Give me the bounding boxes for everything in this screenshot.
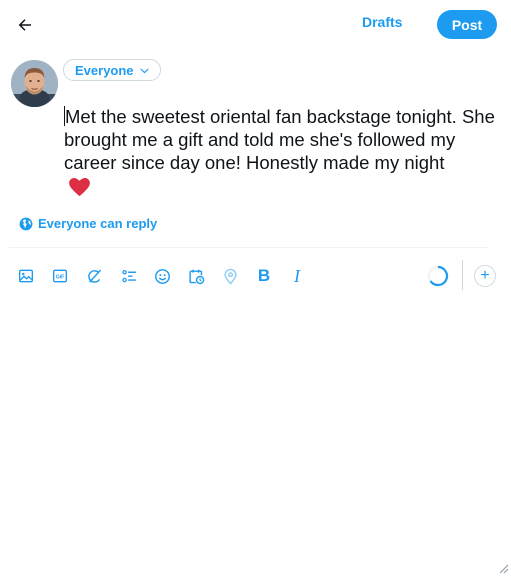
bold-button[interactable]: B: [253, 265, 275, 287]
reply-setting-button[interactable]: Everyone can reply: [19, 216, 157, 231]
post-button[interactable]: Post: [437, 10, 497, 39]
resize-handle-icon[interactable]: [499, 564, 509, 574]
bold-icon: B: [257, 266, 271, 285]
italic-icon: I: [294, 265, 300, 286]
location-icon: [223, 268, 237, 285]
character-count-progress: [427, 265, 449, 287]
schedule-button[interactable]: [185, 265, 207, 287]
emoji-icon: [154, 268, 170, 284]
grok-button[interactable]: [83, 265, 105, 287]
reply-setting-label: Everyone can reply: [38, 216, 158, 231]
poll-button[interactable]: [118, 265, 140, 287]
audience-selector[interactable]: Everyone: [63, 59, 161, 81]
gif-icon: GIF: [53, 269, 67, 283]
emoji-button[interactable]: [151, 265, 173, 287]
grok-icon: [87, 269, 101, 283]
location-button[interactable]: [219, 265, 241, 287]
avatar: [11, 60, 58, 107]
drafts-button[interactable]: Drafts: [362, 14, 402, 30]
schedule-icon: [188, 269, 204, 284]
avatar-image: [11, 60, 58, 107]
svg-text:GIF: GIF: [56, 274, 64, 280]
arrow-left-icon: [18, 19, 31, 31]
back-button[interactable]: [12, 12, 38, 38]
toolbar-divider: [462, 260, 463, 290]
composer-header: Drafts Post: [0, 0, 511, 48]
red-heart-emoji: [69, 178, 90, 202]
media-button[interactable]: [15, 265, 37, 287]
divider: [9, 247, 489, 248]
italic-button[interactable]: I: [286, 265, 308, 287]
plus-icon: +: [480, 267, 490, 284]
poll-icon: [121, 269, 136, 282]
add-post-button[interactable]: +: [474, 265, 496, 287]
audience-label: Everyone: [75, 62, 134, 78]
image-icon: [19, 269, 33, 283]
post-text-area[interactable]: Met the sweetest oriental fan backstage …: [64, 105, 504, 174]
gif-button[interactable]: GIF: [49, 265, 71, 287]
globe-icon: [19, 217, 33, 230]
post-text: Met the sweetest oriental fan backstage …: [64, 106, 495, 173]
chevron-down-icon: [139, 67, 149, 73]
